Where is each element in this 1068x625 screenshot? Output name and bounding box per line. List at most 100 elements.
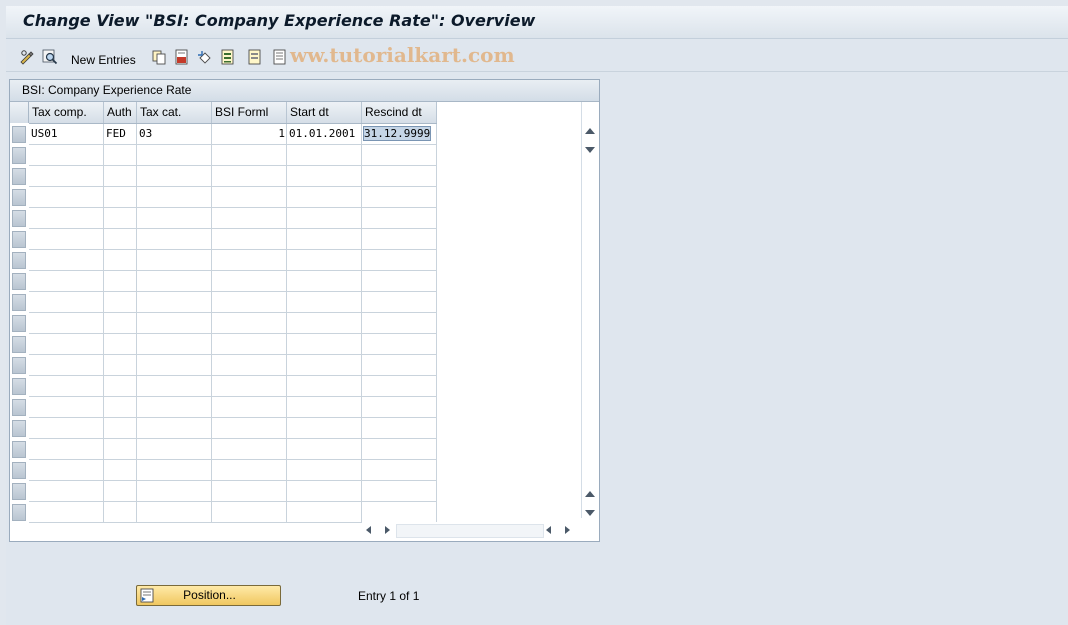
table-cell[interactable] xyxy=(137,439,212,460)
row-selector[interactable] xyxy=(12,252,26,269)
column-header-start-dt[interactable]: Start dt xyxy=(287,102,362,123)
table-cell[interactable] xyxy=(29,250,104,271)
table-cell[interactable] xyxy=(212,250,287,271)
row-selector[interactable] xyxy=(12,483,26,500)
table-cell[interactable] xyxy=(137,208,212,229)
row-selector[interactable] xyxy=(12,168,26,185)
row-selector[interactable] xyxy=(12,210,26,227)
find-icon[interactable] xyxy=(42,49,58,65)
table-cell[interactable] xyxy=(29,376,104,397)
table-cell[interactable] xyxy=(104,355,137,376)
table-cell[interactable] xyxy=(29,355,104,376)
table-cell[interactable] xyxy=(362,271,437,292)
table-cell[interactable] xyxy=(212,439,287,460)
vertical-scrollbar[interactable] xyxy=(581,102,599,518)
table-cell[interactable] xyxy=(137,481,212,502)
undo-icon[interactable] xyxy=(197,49,213,65)
table-cell[interactable] xyxy=(212,481,287,502)
row-selector[interactable] xyxy=(12,147,26,164)
column-header-rescind-dt[interactable]: Rescind dt xyxy=(362,102,437,123)
row-selector[interactable] xyxy=(12,189,26,206)
table-cell[interactable] xyxy=(212,271,287,292)
table-cell[interactable] xyxy=(104,145,137,166)
table-cell[interactable] xyxy=(212,229,287,250)
table-cell[interactable] xyxy=(29,418,104,439)
table-cell[interactable] xyxy=(137,229,212,250)
table-cell[interactable] xyxy=(287,145,362,166)
table-cell[interactable] xyxy=(29,145,104,166)
table-cell[interactable] xyxy=(287,355,362,376)
row-selector[interactable] xyxy=(12,378,26,395)
row-selector[interactable] xyxy=(12,231,26,248)
row-selector[interactable] xyxy=(12,420,26,437)
table-cell[interactable] xyxy=(29,229,104,250)
deselect-all-icon[interactable] xyxy=(247,49,263,65)
table-cell[interactable] xyxy=(287,229,362,250)
table-cell[interactable] xyxy=(104,208,137,229)
table-cell[interactable]: 01.01.2001 xyxy=(287,124,362,145)
table-cell[interactable] xyxy=(362,334,437,355)
table-cell[interactable] xyxy=(104,250,137,271)
copy-icon[interactable] xyxy=(151,49,167,65)
table-cell[interactable] xyxy=(104,166,137,187)
table-cell[interactable] xyxy=(104,334,137,355)
row-selector[interactable] xyxy=(12,504,26,521)
table-cell[interactable] xyxy=(212,187,287,208)
table-cell[interactable] xyxy=(29,502,104,523)
table-cell[interactable] xyxy=(137,145,212,166)
table-cell[interactable] xyxy=(362,292,437,313)
table-cell[interactable]: FED xyxy=(104,124,137,145)
table-cell[interactable] xyxy=(137,292,212,313)
table-cell[interactable] xyxy=(104,502,137,523)
table-cell[interactable] xyxy=(29,292,104,313)
table-cell[interactable] xyxy=(137,460,212,481)
table-cell[interactable] xyxy=(362,460,437,481)
table-cell[interactable] xyxy=(137,250,212,271)
row-selector[interactable] xyxy=(12,462,26,479)
row-selector[interactable] xyxy=(12,315,26,332)
table-cell[interactable] xyxy=(212,418,287,439)
table-cell[interactable] xyxy=(137,376,212,397)
row-selector[interactable] xyxy=(12,336,26,353)
scroll-page-up-arrow[interactable] xyxy=(585,491,595,497)
table-cell[interactable] xyxy=(287,313,362,334)
table-cell[interactable] xyxy=(137,334,212,355)
table-cell[interactable] xyxy=(362,145,437,166)
row-selector[interactable] xyxy=(12,357,26,374)
table-cell[interactable] xyxy=(287,166,362,187)
table-cell[interactable] xyxy=(104,439,137,460)
table-cell[interactable] xyxy=(287,460,362,481)
table-cell[interactable] xyxy=(287,271,362,292)
column-header-bsi-forml[interactable]: BSI Forml xyxy=(212,102,287,123)
column-header-tax-comp[interactable]: Tax comp. xyxy=(29,102,104,123)
table-cell[interactable] xyxy=(212,355,287,376)
new-entries-button[interactable]: New Entries xyxy=(71,53,136,67)
table-cell[interactable] xyxy=(287,208,362,229)
table-cell[interactable] xyxy=(362,439,437,460)
table-cell[interactable] xyxy=(104,313,137,334)
select-block-icon[interactable] xyxy=(272,49,288,65)
table-cell[interactable]: 1 xyxy=(212,124,287,145)
table-cell[interactable] xyxy=(362,481,437,502)
table-cell[interactable] xyxy=(104,187,137,208)
table-cell[interactable] xyxy=(362,229,437,250)
table-cell[interactable] xyxy=(362,208,437,229)
table-cell[interactable] xyxy=(29,439,104,460)
delete-icon[interactable] xyxy=(174,49,190,65)
table-cell[interactable] xyxy=(29,166,104,187)
table-cell[interactable] xyxy=(29,208,104,229)
table-cell[interactable] xyxy=(29,460,104,481)
table-cell[interactable] xyxy=(29,313,104,334)
table-cell[interactable] xyxy=(104,376,137,397)
table-cell[interactable] xyxy=(212,208,287,229)
table-cell[interactable] xyxy=(287,439,362,460)
table-cell[interactable] xyxy=(212,334,287,355)
table-cell[interactable] xyxy=(362,355,437,376)
table-cell[interactable] xyxy=(137,397,212,418)
table-cell[interactable] xyxy=(287,502,362,523)
table-cell[interactable] xyxy=(104,292,137,313)
row-selector[interactable] xyxy=(12,126,26,143)
table-cell[interactable] xyxy=(137,355,212,376)
table-cell[interactable] xyxy=(212,166,287,187)
scroll-far-left-arrow[interactable] xyxy=(546,526,551,534)
